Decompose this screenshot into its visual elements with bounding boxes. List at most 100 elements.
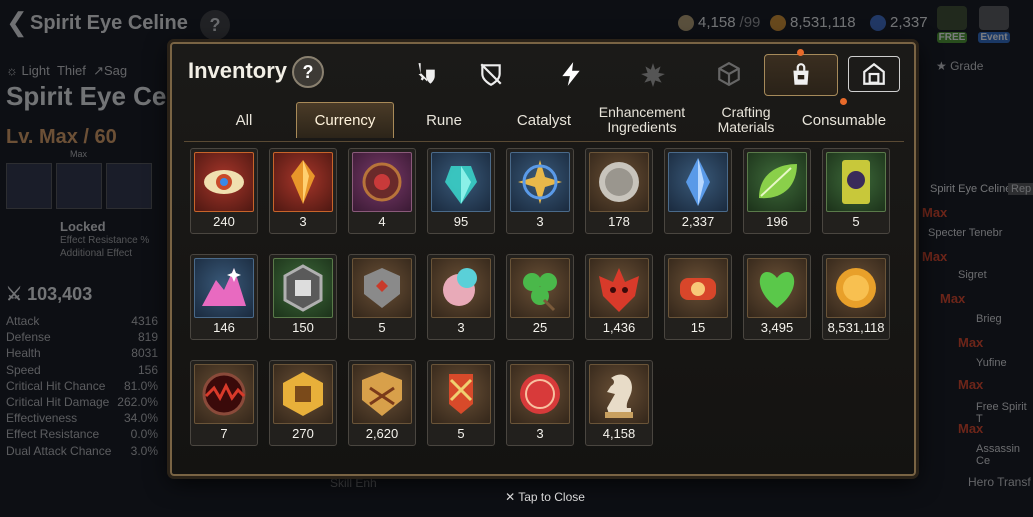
inventory-item[interactable]: 3 [506, 360, 574, 446]
stat-row: Dual Attack Chance 3.0% [0, 443, 170, 459]
stat-value: 262.0% [117, 395, 158, 410]
red-seal-icon [362, 162, 402, 202]
equipment-row [6, 163, 170, 209]
locked-title: Locked [60, 219, 106, 234]
item-quantity: 146 [213, 320, 235, 335]
inventory-item[interactable]: 3 [506, 148, 574, 234]
consumable-category-button[interactable] [548, 56, 594, 92]
item-art [826, 152, 886, 212]
hero-list-item-1[interactable]: Specter Tenebr [928, 227, 1002, 239]
inventory-item[interactable]: 25 [506, 254, 574, 340]
skill-enhance-hint: Skill Enh [330, 476, 377, 490]
inventory-item[interactable]: 240 [190, 148, 258, 234]
hero-list-item-6[interactable]: Assassin Ce [976, 443, 1033, 467]
gold-coin-icon [836, 268, 876, 308]
free-button[interactable]: FREE [934, 6, 970, 46]
hero-name: Spirit Eye Celi [6, 81, 181, 111]
item-art [589, 364, 649, 424]
sword-shield-icon [418, 63, 435, 84]
item-quantity: 240 [213, 214, 235, 229]
hero-list-panel: ★ Grade Spirit Eye Celine Rep Max Specte… [918, 55, 1033, 517]
inventory-item[interactable]: 150 [269, 254, 337, 340]
gold-icon [770, 14, 786, 31]
max-label-5: Max [958, 377, 984, 392]
item-quantity: 1,436 [602, 320, 636, 335]
imprint-slot[interactable] [106, 163, 152, 209]
hero-list-item-3[interactable]: Brieg [976, 313, 1002, 325]
item-art [510, 364, 570, 424]
inventory-item[interactable]: 3 [427, 254, 495, 340]
item-quantity: 5 [378, 320, 386, 335]
inventory-item[interactable]: 15 [664, 254, 732, 340]
inventory-item[interactable]: 3 [269, 148, 337, 234]
tab-crafting-materials[interactable]: Crafting Materials [700, 102, 792, 138]
inventory-item[interactable]: 270 [269, 360, 337, 446]
material-category-button[interactable] [630, 56, 676, 92]
stat-value: 34.0% [123, 411, 158, 426]
item-art [510, 152, 570, 212]
hero-list-item-5[interactable]: Free Spirit T [976, 401, 1033, 425]
item-quantity: 2,620 [365, 426, 399, 441]
help-icon[interactable]: ? [200, 10, 230, 40]
equipment-category-button[interactable] [402, 56, 448, 92]
hero-transfer-button[interactable]: Hero Transf [968, 475, 1031, 489]
stat-value: 819 [137, 330, 158, 345]
green-heart-icon [759, 272, 795, 308]
artifact-slot[interactable] [6, 163, 52, 209]
inventory-item[interactable]: 5 [348, 254, 416, 340]
tab-enhancement-ingredients[interactable]: Enhancement Ingredients [592, 102, 692, 138]
inventory-item[interactable]: 8,531,118 [822, 254, 890, 340]
splash-icon [641, 63, 665, 87]
inventory-item[interactable]: 146 [190, 254, 258, 340]
inventory-item[interactable]: 196 [743, 148, 811, 234]
inventory-item[interactable]: 5 [427, 360, 495, 446]
inventory-help-button[interactable]: ? [292, 56, 324, 88]
inventory-category-button[interactable] [764, 49, 838, 96]
inventory-item[interactable]: 2,620 [348, 360, 416, 446]
inventory-item[interactable]: 95 [427, 148, 495, 234]
back-arrow-icon[interactable]: ❮ [6, 9, 28, 35]
portrait-slot[interactable] [56, 163, 102, 209]
stat-name: Critical Hit Damage [6, 395, 110, 410]
storage-category-button[interactable] [848, 56, 900, 92]
inventory-item[interactable]: 3,495 [743, 254, 811, 340]
event-button[interactable]: Event [976, 6, 1012, 46]
item-quantity: 15 [690, 320, 706, 335]
inventory-item[interactable]: 7 [190, 360, 258, 446]
inventory-item[interactable]: 4 [348, 148, 416, 234]
item-art [747, 258, 807, 318]
grade-sort[interactable]: ★ Grade [936, 59, 983, 73]
item-quantity: 8,531,118 [827, 320, 885, 335]
tab-all[interactable]: All [196, 102, 292, 138]
inventory-title: Inventory [188, 58, 288, 83]
fist-medal-icon [362, 372, 402, 416]
tap-to-close[interactable]: ✕ Tap to Close [0, 490, 1033, 504]
inventory-item[interactable]: 1,436 [585, 254, 653, 340]
artifact-category-button[interactable] [468, 56, 514, 92]
hero-info-panel: ☼ Light Thief ↗Sag Spirit Eye Celi Lv. M… [0, 55, 181, 517]
item-art [589, 258, 649, 318]
stat-name: Health [6, 346, 41, 361]
stat-value: 156 [137, 362, 158, 377]
max-label-3: Max [940, 291, 966, 306]
box-category-button[interactable] [706, 56, 752, 92]
inventory-item[interactable]: 2,337 [664, 148, 732, 234]
max-label-2: Max [922, 249, 948, 264]
tab-catalyst[interactable]: Catalyst [496, 102, 592, 138]
hero-list-item-2[interactable]: Sigret [958, 269, 987, 281]
item-art [747, 152, 807, 212]
consumable-notification-dot [840, 98, 847, 105]
tab-currency[interactable]: Currency [296, 102, 394, 138]
storage-icon [863, 62, 885, 85]
hero-list-item-4[interactable]: Yufine [976, 357, 1007, 369]
tab-rune[interactable]: Rune [396, 102, 492, 138]
inventory-item[interactable]: 4,158 [585, 360, 653, 446]
stat-name: Critical Hit Chance [6, 378, 106, 393]
blue-gem-icon [686, 158, 710, 206]
stat-row: Critical Hit Chance 81.0% [0, 378, 170, 394]
hero-list-selected[interactable]: Spirit Eye Celine [930, 183, 1011, 195]
tab-consumable[interactable]: Consumable [794, 102, 894, 138]
inventory-item[interactable]: 178 [585, 148, 653, 234]
inventory-item[interactable]: 5 [822, 148, 890, 234]
item-art [273, 258, 333, 318]
